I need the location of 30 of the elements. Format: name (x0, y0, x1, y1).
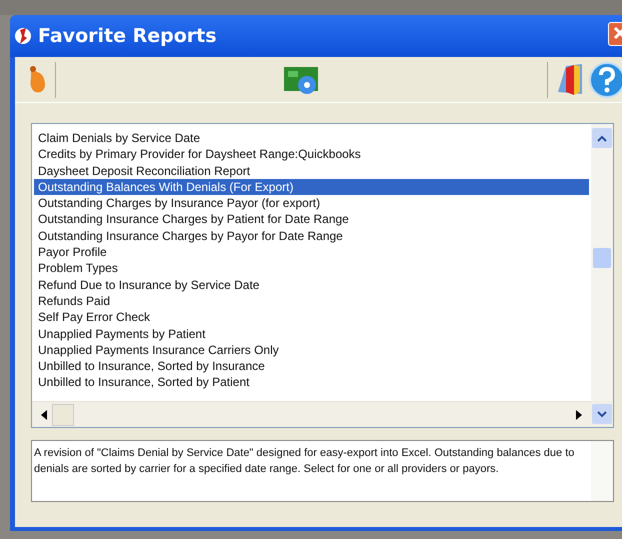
scroll-down-button[interactable] (592, 404, 612, 424)
report-item[interactable]: Outstanding Charges by Insurance Payor (for export) (34, 195, 591, 212)
report-item[interactable]: Outstanding Insurance Charges by Payor for Date Range (34, 228, 591, 244)
report-item[interactable]: Unapplied Payments Insurance Carriers Only (34, 342, 591, 358)
report-item[interactable]: Daysheet Deposit Reconciliation Report (34, 162, 591, 179)
vertical-scrollbar[interactable] (591, 441, 613, 501)
horizontal-scroll-thumb[interactable] (52, 404, 74, 426)
report-item[interactable]: Unbilled to Insurance, Sorted by Patient (34, 374, 591, 391)
scroll-thumb[interactable] (593, 248, 611, 268)
app-icon (14, 26, 32, 46)
arrow-right-icon (575, 410, 583, 420)
report-item[interactable]: Claim Denials by Service Date (34, 130, 591, 146)
report-description: A revision of "Claims Denial by Service Date" designed for easy-export into Excel. Outstanding balances due to denials are sorted by carrier for a specified date range. Select for one or all providers or payors. (33, 446, 576, 477)
chevron-down-icon (597, 410, 607, 418)
help-button[interactable] (588, 60, 622, 98)
report-item[interactable]: Refunds Paid (34, 292, 591, 310)
report-item[interactable]: Problem Types (34, 260, 591, 277)
arrow-left-icon (40, 410, 48, 420)
report-item[interactable]: Refund Due to Insurance by Service Date (34, 276, 591, 293)
scroll-up-button[interactable] (592, 128, 612, 148)
report-item[interactable]: Self Pay Error Check (34, 309, 591, 326)
report-item[interactable]: Outstanding Balances With Denials (For Export) (34, 178, 589, 196)
report-item[interactable]: Payor Profile (34, 244, 591, 260)
report-settings-button[interactable] (282, 64, 320, 94)
chevron-up-icon (597, 134, 607, 142)
report-item[interactable]: Outstanding Insurance Charges by Patient for Date Range (34, 211, 591, 228)
report-item[interactable]: Unapplied Payments by Patient (34, 326, 591, 342)
report-item[interactable]: Unbilled to Insurance, Sorted by Insurance (34, 358, 591, 374)
window-title: Favorite Reports (38, 25, 218, 47)
report-item[interactable]: Credits by Primary Provider for Daysheet Range:Quickbooks (34, 146, 591, 163)
